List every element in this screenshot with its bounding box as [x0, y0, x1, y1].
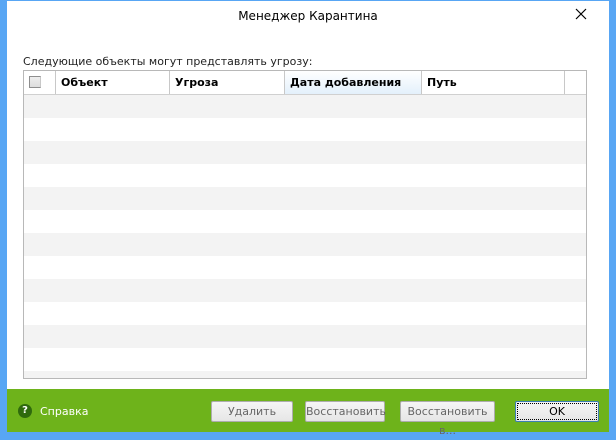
- empty-table-row: [24, 210, 586, 233]
- column-object[interactable]: Объект: [56, 71, 170, 94]
- empty-table-row: [24, 233, 586, 256]
- empty-table-row: [24, 118, 586, 141]
- empty-table-row: [24, 348, 586, 371]
- ok-button[interactable]: OK: [515, 401, 599, 422]
- column-path[interactable]: Путь: [422, 71, 565, 94]
- select-all-checkbox[interactable]: [29, 76, 41, 88]
- close-icon[interactable]: [574, 7, 588, 21]
- threats-label: Следующие объекты могут представлять угр…: [23, 55, 313, 68]
- column-date-added[interactable]: Дата добавления: [285, 71, 422, 94]
- restore-button[interactable]: Восстановить: [305, 401, 386, 422]
- empty-table-row: [24, 325, 586, 348]
- help-icon: ?: [18, 404, 32, 418]
- empty-table-row: [24, 279, 586, 302]
- empty-table-row: [24, 371, 586, 378]
- empty-table-row: [24, 95, 586, 118]
- table-body: [24, 95, 586, 378]
- empty-table-row: [24, 256, 586, 279]
- empty-table-row: [24, 141, 586, 164]
- quarantine-table: Объект Угроза Дата добавления Путь: [23, 70, 587, 379]
- empty-table-row: [24, 187, 586, 210]
- table-header: Объект Угроза Дата добавления Путь: [24, 71, 586, 95]
- select-all-column: [24, 71, 56, 94]
- column-filler: [565, 71, 586, 94]
- restore-to-button[interactable]: Восстановить в...: [400, 401, 495, 437]
- empty-table-row: [24, 302, 586, 325]
- footer-bar: ? Справка Удалить Восстановить Восстанови…: [7, 389, 609, 437]
- window-title: Менеджер Карантина: [238, 9, 378, 23]
- column-threat[interactable]: Угроза: [170, 71, 285, 94]
- help-label: Справка: [40, 404, 89, 418]
- quarantine-manager-window: Менеджер Карантина Следующие объекты мог…: [7, 1, 609, 437]
- delete-button[interactable]: Удалить: [211, 401, 293, 422]
- help-link[interactable]: ? Справка: [18, 404, 88, 418]
- empty-table-row: [24, 164, 586, 187]
